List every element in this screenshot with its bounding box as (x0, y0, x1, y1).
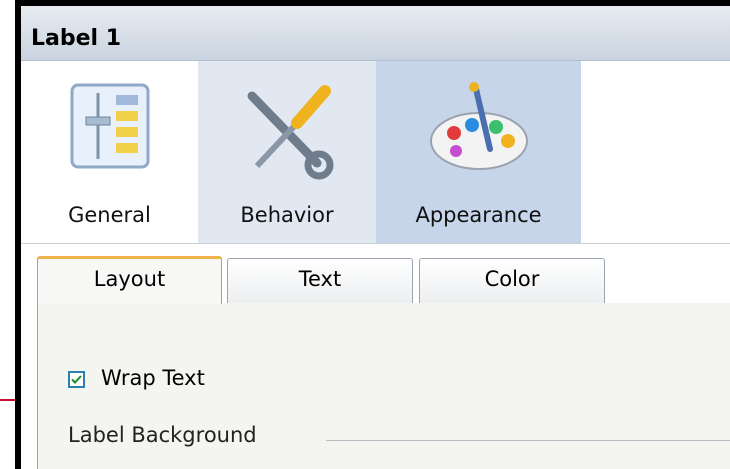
category-general[interactable]: General (21, 61, 198, 243)
title-bar: Label 1 (21, 6, 730, 61)
properties-window: Label 1 General Behavior Appearance Layo… (15, 0, 730, 469)
paint-palette-icon (424, 81, 534, 185)
checkmark-icon (71, 375, 82, 384)
wrap-text-checkbox[interactable] (68, 371, 85, 388)
category-ribbon: General Behavior Appearance (21, 61, 730, 243)
sliders-panel-icon (68, 81, 152, 175)
layout-panel: Wrap Text Label Background (37, 303, 730, 469)
category-label: General (68, 203, 151, 227)
tab-layout[interactable]: Layout (37, 256, 222, 304)
window-title: Label 1 (31, 26, 122, 51)
tab-strip: Layout Text Color (21, 244, 730, 304)
group-separator (326, 440, 730, 441)
label-background-group-label: Label Background (68, 423, 257, 447)
category-appearance[interactable]: Appearance (376, 61, 581, 243)
tab-color[interactable]: Color (419, 258, 605, 304)
wrap-text-label[interactable]: Wrap Text (101, 366, 205, 390)
category-label: Appearance (415, 203, 542, 227)
category-behavior[interactable]: Behavior (198, 61, 376, 243)
wrench-screwdriver-icon (237, 81, 337, 185)
tab-text[interactable]: Text (227, 258, 413, 304)
category-label: Behavior (240, 203, 334, 227)
